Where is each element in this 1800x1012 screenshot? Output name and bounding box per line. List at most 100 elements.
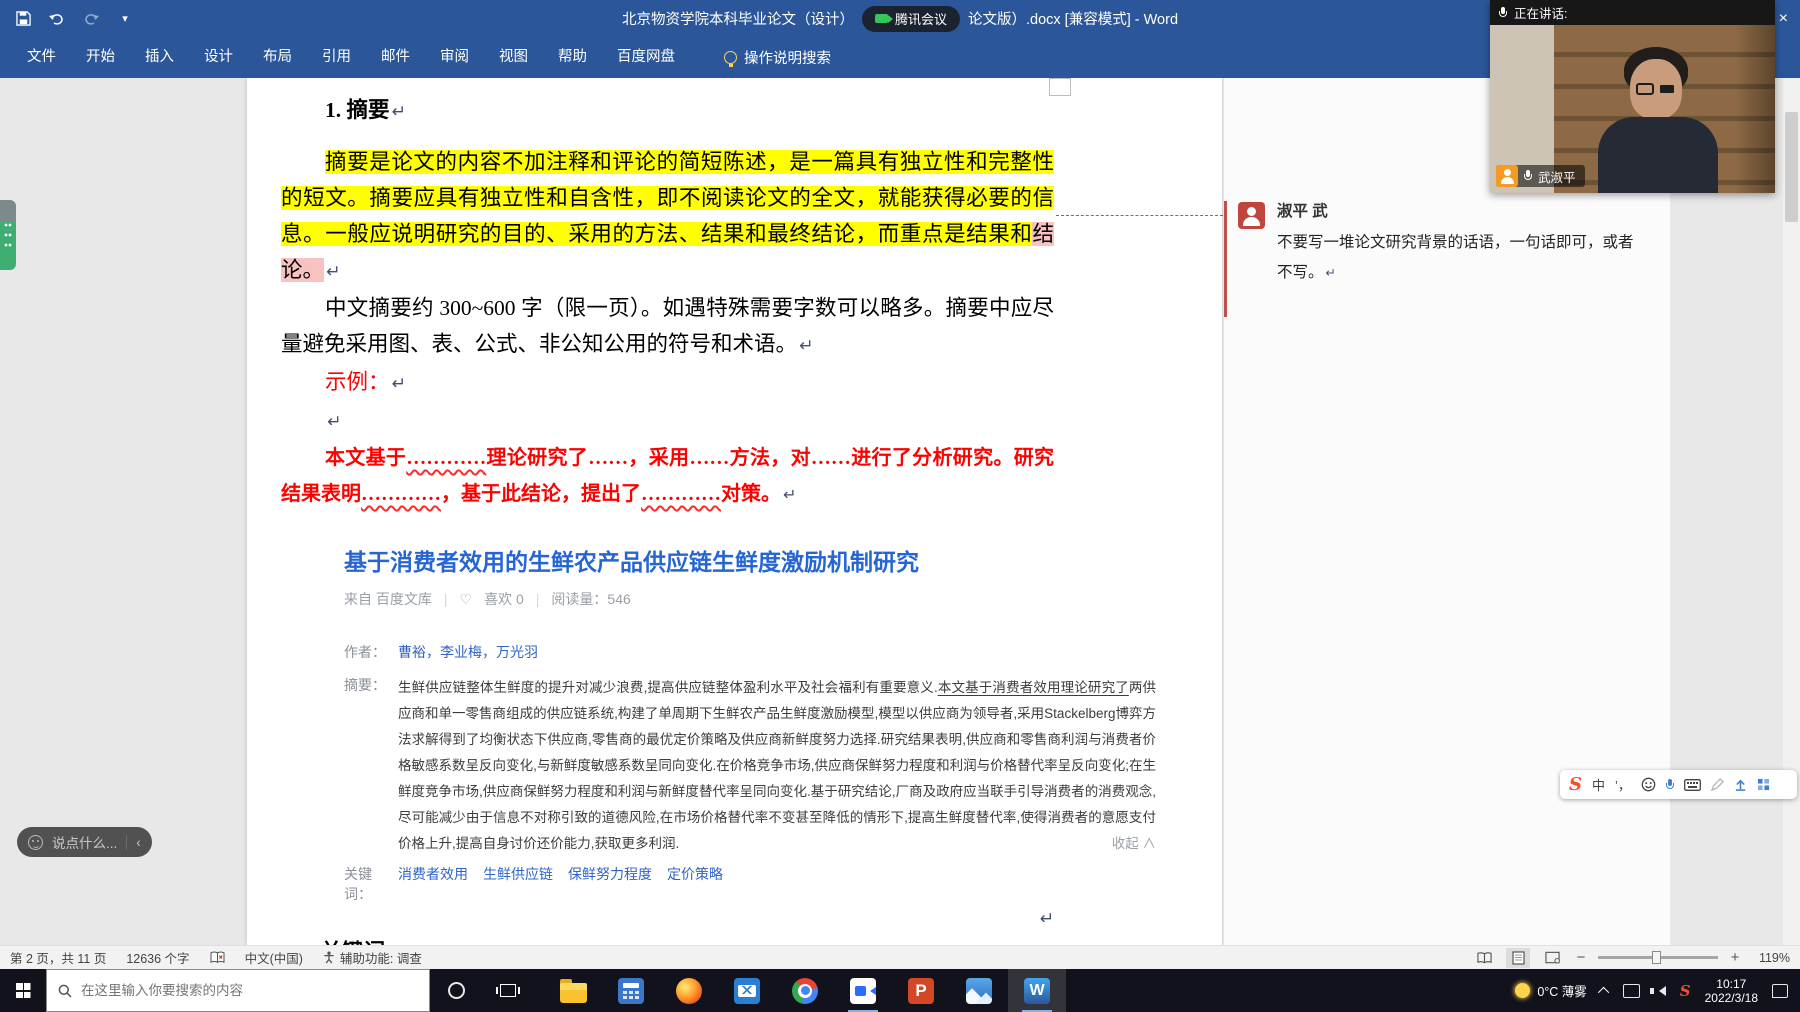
firefox-button[interactable] [660, 969, 718, 1012]
tab-home[interactable]: 开始 [71, 37, 130, 78]
network-icon[interactable] [1623, 984, 1640, 998]
accessibility-status[interactable]: 辅助功能: 调查 [323, 948, 422, 967]
meeting-chat-bubble[interactable]: 说点什么... ‹ [17, 827, 152, 857]
tray-time: 10:17 [1705, 977, 1758, 991]
sogou-tray-icon[interactable]: S [1680, 982, 1691, 1000]
zoom-out-button[interactable]: − [1574, 949, 1588, 966]
start-button[interactable] [0, 969, 46, 1012]
weather-text: 0°C 薄雾 [1537, 981, 1586, 1000]
search-input[interactable] [81, 983, 411, 998]
tab-file[interactable]: 文件 [12, 37, 71, 78]
comment-card[interactable]: 淑平 武 不要写一堆论文研究背景的话语，一句话即可，或者不写。↵ [1238, 202, 1662, 288]
sun-icon [1515, 983, 1530, 998]
action-center-icon[interactable] [1772, 984, 1788, 998]
chrome-icon [792, 978, 818, 1004]
speaker-glasses [1636, 83, 1654, 95]
tab-help[interactable]: 帮助 [543, 37, 602, 78]
powerpoint-button[interactable]: P [892, 969, 950, 1012]
tab-view[interactable]: 视图 [484, 37, 543, 78]
customize-qat-icon[interactable]: ▾ [116, 10, 134, 28]
emoji-icon[interactable] [1641, 776, 1656, 794]
punctuation-icon[interactable]: ’， [1615, 776, 1631, 794]
keyword-link[interactable]: 定价策略 [667, 864, 723, 904]
tell-me-search[interactable]: 操作说明搜索 [724, 47, 831, 68]
redo-icon[interactable] [82, 10, 100, 28]
video-feed: 武淑平 [1490, 25, 1775, 193]
sogou-logo-icon[interactable]: S [1569, 776, 1582, 794]
handwriting-icon[interactable] [1711, 776, 1724, 794]
tab-references[interactable]: 引用 [307, 37, 366, 78]
author-names-link[interactable]: 曹裕，李业梅，万光羽 [398, 642, 538, 662]
tencent-meeting-pill[interactable]: 腾讯会议 [862, 6, 960, 32]
calculator-icon [618, 978, 644, 1004]
tencent-meeting-button[interactable] [834, 969, 892, 1012]
photos-button[interactable] [950, 969, 1008, 1012]
voice-input-icon[interactable] [1666, 776, 1674, 794]
camera-icon [875, 14, 888, 23]
read-mode-icon[interactable] [1472, 948, 1496, 968]
embedded-article-object[interactable]: 基于消费者效用的生鲜农产品供应链生鲜度激励机制研究 来自 百度文库 | ♡ 喜欢… [344, 547, 1160, 904]
tab-review[interactable]: 审阅 [425, 37, 484, 78]
task-view-button[interactable] [482, 969, 534, 1012]
keyword-link[interactable]: 保鲜努力程度 [568, 864, 652, 904]
save-icon[interactable] [14, 10, 32, 28]
zoom-percentage[interactable]: 119% [1752, 951, 1790, 965]
author-label: 作者： [344, 642, 398, 662]
vertical-scrollbar[interactable] [1783, 78, 1800, 945]
docked-panel-handle[interactable] [0, 200, 16, 270]
tab-mailings[interactable]: 邮件 [366, 37, 425, 78]
zoom-slider-thumb[interactable] [1652, 951, 1661, 964]
scrollbar-thumb[interactable] [1785, 112, 1798, 222]
print-layout-icon[interactable] [1506, 948, 1530, 968]
tab-baidu-netdisk[interactable]: 百度网盘 [602, 37, 690, 78]
article-author-row: 作者： 曹裕，李业梅，万光羽 [344, 642, 1160, 662]
word-count[interactable]: 12636 个字 [126, 948, 189, 967]
volume-icon[interactable] [1654, 986, 1666, 996]
tab-design[interactable]: 设计 [189, 37, 248, 78]
powerpoint-icon: P [908, 978, 934, 1004]
file-explorer-button[interactable] [544, 969, 602, 1012]
skin-upload-icon[interactable] [1734, 776, 1747, 794]
zoom-slider[interactable] [1598, 956, 1718, 959]
collapse-link[interactable]: 收起 ∧ [1112, 831, 1156, 857]
word-status-bar: 第 2 页，共 11 页 12636 个字 中文(中国) 辅助功能: 调查 − [0, 945, 1800, 969]
meeting-video-overlay[interactable]: 正在讲话: 武淑平 [1490, 0, 1775, 193]
paragraph-mark-icon: ↵ [327, 412, 341, 432]
article-title-link[interactable]: 基于消费者效用的生鲜农产品供应链生鲜度激励机制研究 [344, 547, 1160, 577]
close-window-button[interactable]: × [1773, 0, 1794, 37]
tab-insert[interactable]: 插入 [130, 37, 189, 78]
keyword-link[interactable]: 生鲜供应链 [483, 864, 553, 904]
cortana-button[interactable] [430, 969, 482, 1012]
zoom-in-button[interactable]: + [1728, 949, 1742, 966]
taskbar-search[interactable] [46, 969, 430, 1012]
windows-logo-icon [16, 983, 31, 998]
tray-expand-icon[interactable] [1598, 986, 1609, 997]
article-like-count[interactable]: 喜欢 0 [484, 589, 524, 609]
heart-icon[interactable]: ♡ [460, 589, 473, 609]
undo-icon[interactable] [48, 10, 66, 28]
page-indicator[interactable]: 第 2 页，共 11 页 [10, 948, 106, 967]
toolbox-grid-icon[interactable] [1757, 776, 1770, 794]
example-label: 示例：↵ [281, 364, 1054, 402]
keyboard-icon[interactable] [1684, 776, 1701, 794]
mail-button[interactable] [718, 969, 776, 1012]
calculator-button[interactable] [602, 969, 660, 1012]
clock-widget[interactable]: 10:17 2022/3/18 [1705, 977, 1758, 1005]
web-layout-icon[interactable] [1540, 948, 1564, 968]
paragraph-mark-icon: ↵ [392, 374, 406, 394]
word-button[interactable]: W [1008, 969, 1066, 1012]
document-page[interactable]: 1. 摘要↵ 摘要是论文的内容不加注释和评论的简短陈述，是一篇具有独立性和完整性… [247, 78, 1222, 945]
shadow [1735, 25, 1775, 193]
keyword-link[interactable]: 消费者效用 [398, 864, 468, 904]
weather-widget[interactable]: 0°C 薄雾 [1515, 981, 1586, 1000]
tab-layout[interactable]: 布局 [248, 37, 307, 78]
chrome-button[interactable] [776, 969, 834, 1012]
underlined-match-text: 本文基于消费者效用理论研究了 [938, 680, 1129, 695]
proofing-icon[interactable] [210, 951, 225, 964]
language-indicator[interactable]: 中文(中国) [245, 948, 303, 967]
paragraph-mark-icon: ↵ [392, 102, 406, 122]
chinese-mode-icon[interactable]: 中 [1592, 776, 1605, 794]
collapse-chevron-icon[interactable]: ‹ [136, 835, 141, 850]
photos-icon [966, 978, 992, 1004]
mail-icon [734, 978, 760, 1004]
